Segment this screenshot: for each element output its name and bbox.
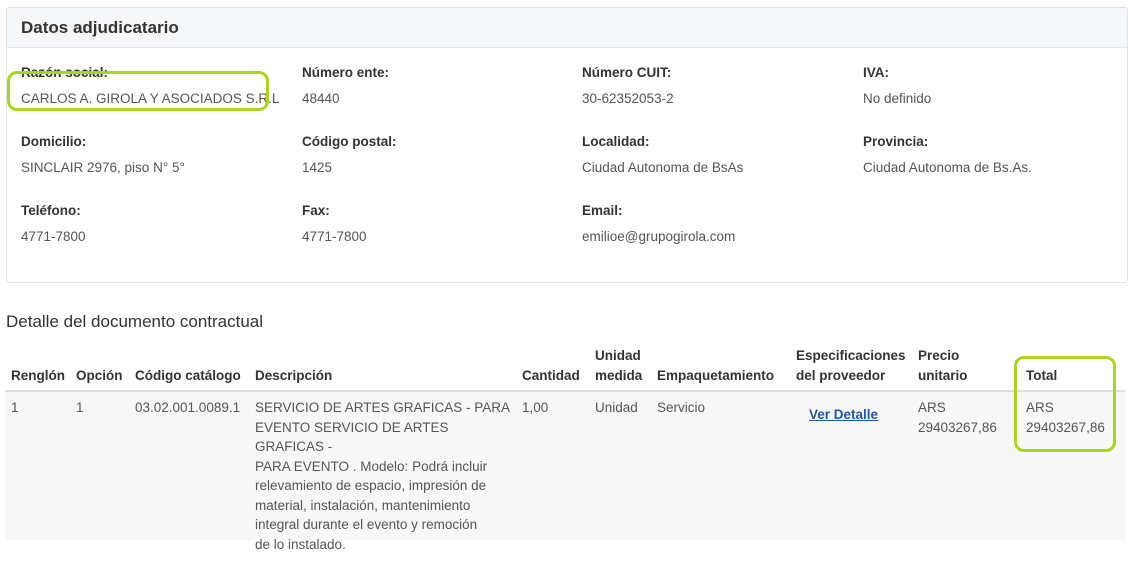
field-numero-cuit: Número CUIT: 30-62352053-2 bbox=[582, 64, 674, 108]
col-header-cantidad: Cantidad bbox=[522, 368, 580, 383]
field-label: Número CUIT: bbox=[582, 65, 672, 80]
field-label: Fax: bbox=[302, 203, 330, 218]
detalle-table: Renglón Opción Código catálogo Descripci… bbox=[5, 342, 1125, 552]
col-header-codigo: Código catálogo bbox=[135, 368, 241, 383]
highlight-total bbox=[1014, 356, 1116, 452]
col-header-descripcion: Descripción bbox=[255, 368, 333, 383]
field-label: IVA: bbox=[863, 65, 889, 80]
col-header-especificaciones: Especificaciones del proveedor bbox=[796, 346, 906, 386]
col-header-opcion: Opción bbox=[76, 368, 123, 383]
cell-empaquetamiento: Servicio bbox=[657, 400, 706, 415]
col-header-line: del proveedor bbox=[796, 368, 886, 383]
col-header-line: Especificaciones bbox=[796, 348, 906, 363]
field-value: 30-62352053-2 bbox=[582, 91, 674, 106]
col-header-empaquetamiento: Empaquetamiento bbox=[657, 368, 775, 383]
cell-cantidad: 1,00 bbox=[522, 400, 549, 415]
highlight-razon-social bbox=[7, 71, 269, 111]
field-domicilio: Domicilio: SINCLAIR 2976, piso N° 5° bbox=[21, 133, 185, 177]
table-header-divider bbox=[5, 390, 1125, 392]
field-value: 1425 bbox=[302, 160, 333, 175]
cell-opcion: 1 bbox=[76, 400, 84, 415]
description-line: integral durante el evento y remoción bbox=[255, 517, 478, 532]
ver-detalle-link[interactable]: Ver Detalle bbox=[809, 407, 878, 422]
description-line: de lo instalado. bbox=[255, 536, 346, 552]
field-value: Ciudad Autonoma de BsAs bbox=[582, 160, 744, 175]
field-label: Localidad: bbox=[582, 134, 650, 149]
field-iva: IVA: No definido bbox=[863, 64, 931, 108]
field-value: emilioe@grupogirola.com bbox=[582, 229, 736, 244]
precio-currency: ARS bbox=[918, 400, 946, 415]
description-line: material, instalación, mantenimiento bbox=[255, 497, 471, 513]
col-header-unidad: Unidad medida bbox=[595, 346, 642, 386]
field-label: Email: bbox=[582, 203, 623, 218]
cell-especificaciones: Ver Detalle bbox=[809, 405, 878, 425]
col-header-line: Precio bbox=[918, 348, 960, 363]
field-value: 4771-7800 bbox=[302, 229, 367, 244]
field-value: SINCLAIR 2976, piso N° 5° bbox=[21, 160, 185, 175]
field-localidad: Localidad: Ciudad Autonoma de BsAs bbox=[582, 133, 743, 177]
field-telefono: Teléfono: 4771-7800 bbox=[21, 202, 86, 246]
field-fax: Fax: 4771-7800 bbox=[302, 202, 367, 246]
cell-codigo: 03.02.001.0089.1 bbox=[135, 400, 241, 415]
col-header-line: Unidad bbox=[595, 348, 641, 363]
col-header-renglon: Renglón bbox=[11, 368, 65, 383]
description-line: SERVICIO DE ARTES GRAFICAS - PARA bbox=[255, 400, 511, 415]
cell-precio: ARS 29403267,86 bbox=[918, 398, 997, 437]
col-header-line: medida bbox=[595, 368, 643, 383]
field-label: Teléfono: bbox=[21, 203, 81, 218]
section-title: Detalle del documento contractual bbox=[6, 312, 264, 331]
field-label: Número ente: bbox=[302, 65, 390, 80]
field-codigo-postal: Código postal: 1425 bbox=[302, 133, 397, 177]
description-line: EVENTO SERVICIO DE ARTES GRAFICAS - bbox=[255, 419, 449, 455]
field-value: 4771-7800 bbox=[21, 229, 86, 244]
field-value: Ciudad Autonoma de Bs.As. bbox=[863, 160, 1032, 175]
field-email: Email: emilioe@grupogirola.com bbox=[582, 202, 735, 246]
field-value: No definido bbox=[863, 91, 932, 106]
field-provincia: Provincia: Ciudad Autonoma de Bs.As. bbox=[863, 133, 1032, 177]
col-header-line: unitario bbox=[918, 368, 968, 383]
field-label: Domicilio: bbox=[21, 134, 87, 149]
field-value: 48440 bbox=[302, 91, 340, 106]
description-line: PARA EVENTO . Modelo: Podrá incluir bbox=[255, 458, 488, 474]
col-header-precio: Precio unitario bbox=[918, 346, 968, 386]
field-label: Provincia: bbox=[863, 134, 929, 149]
precio-value: 29403267,86 bbox=[918, 419, 997, 435]
adjudicatario-panel: Datos adjudicatario Razón social: CARLOS… bbox=[6, 7, 1128, 283]
cell-renglon: 1 bbox=[11, 400, 19, 415]
cell-descripcion: SERVICIO DE ARTES GRAFICAS - PARA EVENTO… bbox=[255, 398, 517, 554]
field-label: Código postal: bbox=[302, 134, 397, 149]
description-line: relevamiento de espacio, impresión de bbox=[255, 478, 487, 493]
field-numero-ente: Número ente: 48440 bbox=[302, 64, 389, 108]
cell-unidad: Unidad bbox=[595, 400, 638, 415]
panel-title: Datos adjudicatario bbox=[7, 8, 1127, 48]
